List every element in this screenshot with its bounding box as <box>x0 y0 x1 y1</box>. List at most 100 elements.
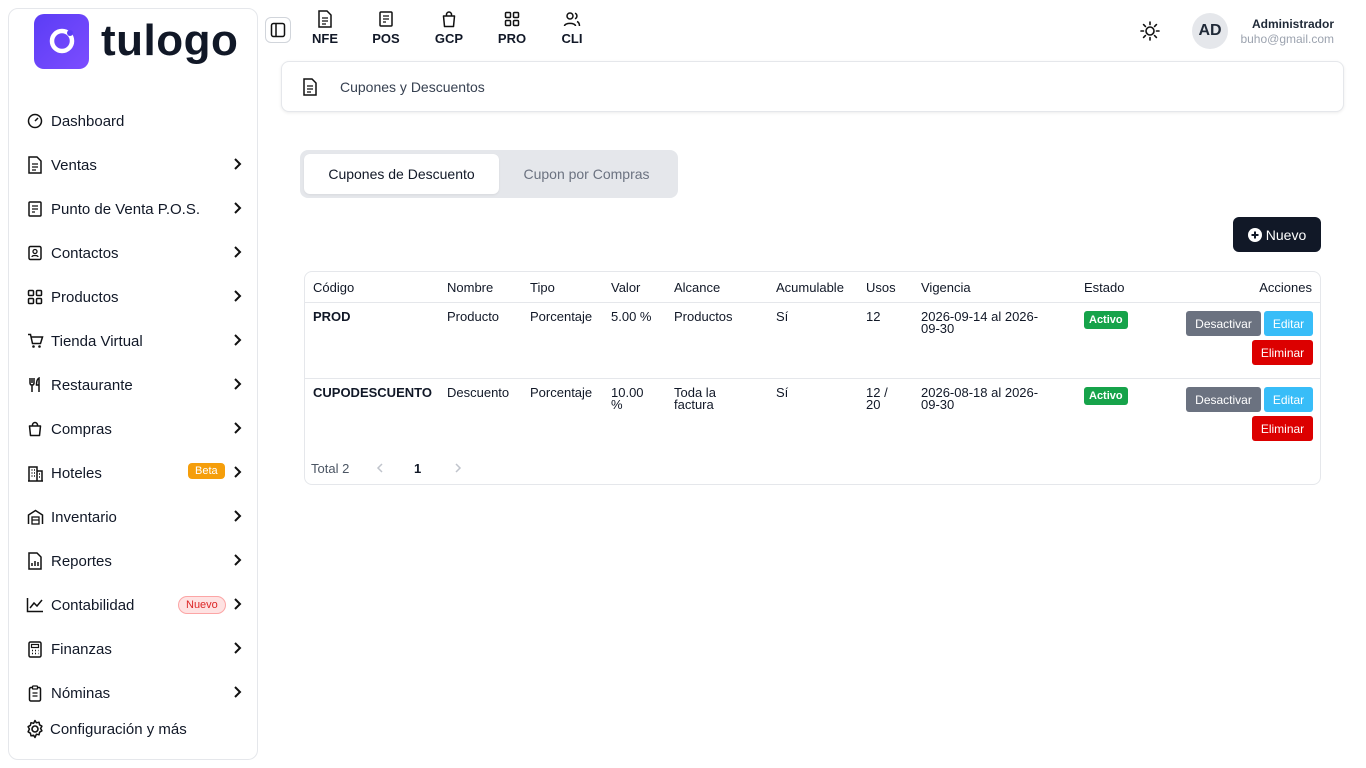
sidebar-item-contabilidad[interactable]: Contabilidad Nuevo <box>9 583 257 627</box>
sidebar-item-restaurante[interactable]: Restaurante <box>9 363 257 407</box>
chevron-right-icon <box>233 597 243 611</box>
contacts-icon <box>25 243 45 263</box>
calculator-icon <box>25 639 45 659</box>
table-row: PROD Producto Porcentaje 5.00 % Producto… <box>305 303 1320 379</box>
document-icon <box>317 10 333 28</box>
sidebar-item-label: Productos <box>51 288 119 306</box>
cell-codigo: CUPODESCUENTO <box>313 385 432 400</box>
cell-acumulable: Sí <box>776 309 789 324</box>
column-header: Estado <box>1084 280 1125 295</box>
logo-mark-icon <box>34 13 89 69</box>
cell-tipo: Porcentaje <box>530 309 593 324</box>
sidebar-item-hoteles[interactable]: Hoteles Beta <box>9 451 257 495</box>
deactivate-button[interactable]: Desactivar <box>1186 387 1261 412</box>
column-header: Valor <box>611 280 641 295</box>
tab-cupones-descuento[interactable]: Cupones de Descuento <box>304 154 499 194</box>
beta-badge: Beta <box>188 463 225 479</box>
chevron-right-icon <box>233 509 243 523</box>
gear-icon <box>25 719 45 739</box>
building-icon <box>25 463 45 483</box>
delete-button[interactable]: Eliminar <box>1252 416 1313 441</box>
chevron-right-icon <box>233 685 243 699</box>
table-row: CUPODESCUENTO Descuento Porcentaje 10.00… <box>305 379 1320 455</box>
top-nav-cli[interactable]: CLI <box>547 10 597 46</box>
cell-codigo: PROD <box>313 309 351 324</box>
pagination: Total 2 1 <box>311 461 462 476</box>
sidebar-item-dashboard[interactable]: Dashboard <box>9 99 257 143</box>
cell-vigencia-line: 09-30 <box>921 397 955 412</box>
sidebar-item-pos[interactable]: Punto de Venta P.O.S. <box>9 187 257 231</box>
dashboard-icon <box>25 111 45 131</box>
sidebar-item-configuracion[interactable]: Configuración y más <box>25 719 187 739</box>
new-button-label: Nuevo <box>1265 226 1307 243</box>
prev-page-button[interactable] <box>375 461 385 475</box>
sidebar-item-finanzas[interactable]: Finanzas <box>9 627 257 671</box>
column-header: Acumulable <box>776 280 844 295</box>
chevron-right-icon <box>233 157 243 171</box>
cell-vigencia-line: 09-30 <box>921 321 955 336</box>
pagination-total: Total 2 <box>311 461 350 476</box>
status-badge: Activo <box>1084 387 1128 405</box>
cell-valor: 10.00 % <box>611 386 644 411</box>
page-number[interactable]: 1 <box>414 461 421 476</box>
sidebar-item-label: Restaurante <box>51 376 133 394</box>
next-page-button[interactable] <box>453 461 463 475</box>
cell-alcance: Productos <box>674 309 733 324</box>
sidebar-item-reportes[interactable]: Reportes <box>9 539 257 583</box>
edit-button[interactable]: Editar <box>1264 387 1313 412</box>
document-icon <box>302 77 318 96</box>
user-email: buho@gmail.com <box>1240 32 1334 46</box>
chevron-right-icon <box>233 201 243 215</box>
sidebar-item-tienda-virtual[interactable]: Tienda Virtual <box>9 319 257 363</box>
tab-cupon-compras[interactable]: Cupon por Compras <box>499 154 674 194</box>
top-nav-label: POS <box>372 31 400 46</box>
column-header: Acciones <box>1259 280 1312 295</box>
chevron-right-icon <box>233 333 243 347</box>
sidebar-item-productos[interactable]: Productos <box>9 275 257 319</box>
sidebar-item-label: Inventario <box>51 508 117 526</box>
grid-icon <box>25 287 45 307</box>
cart-icon <box>25 331 45 351</box>
sidebar-item-contactos[interactable]: Contactos <box>9 231 257 275</box>
brand-logo[interactable]: tulogo <box>34 13 238 69</box>
sidebar-toggle-button[interactable] <box>265 17 291 43</box>
report-icon <box>25 551 45 571</box>
sidebar-item-label: Finanzas <box>51 640 112 658</box>
avatar[interactable]: AD <box>1192 13 1228 49</box>
user-name: Administrador <box>1251 17 1334 31</box>
users-icon <box>563 10 581 28</box>
column-header: Código <box>313 280 355 295</box>
coupons-table: Código Nombre Tipo Valor Alcance Acumula… <box>304 271 1321 485</box>
brand-name: tulogo <box>101 16 239 65</box>
top-nav-pos[interactable]: POS <box>361 10 411 46</box>
cell-acumulable: Sí <box>776 385 789 400</box>
cell-vigencia: 2026-09-14 al 2026- 09-30 <box>921 310 1038 336</box>
sidebar-item-ventas[interactable]: Ventas <box>9 143 257 187</box>
sidebar-item-label: Nóminas <box>51 684 111 702</box>
chevron-right-icon <box>233 465 243 479</box>
sidebar-item-compras[interactable]: Compras <box>9 407 257 451</box>
chevron-right-icon <box>233 377 243 391</box>
user-info[interactable]: Administrador buho@gmail.com <box>1240 17 1334 46</box>
deactivate-button[interactable]: Desactivar <box>1186 311 1261 336</box>
column-header: Vigencia <box>921 280 971 295</box>
top-nav-pro[interactable]: PRO <box>487 10 537 46</box>
table-header: Código Nombre Tipo Valor Alcance Acumula… <box>305 272 1320 303</box>
cell-nombre: Descuento <box>447 385 510 400</box>
chart-icon <box>25 595 45 615</box>
column-header: Tipo <box>530 280 555 295</box>
new-coupon-button[interactable]: Nuevo <box>1233 217 1321 252</box>
cell-alcance-line: factura <box>674 397 714 412</box>
sidebar-item-nominas[interactable]: Nóminas <box>9 671 257 715</box>
sidebar-item-inventario[interactable]: Inventario <box>9 495 257 539</box>
top-nav-nfe[interactable]: NFE <box>300 10 350 46</box>
edit-button[interactable]: Editar <box>1264 311 1313 336</box>
receipt-icon <box>378 10 394 28</box>
sidebar-item-label: Ventas <box>51 156 97 174</box>
top-nav-gcp[interactable]: GCP <box>424 10 474 46</box>
column-header: Usos <box>866 280 896 295</box>
sidebar: tulogo Dashboard Ventas Punto de Venta P… <box>8 8 258 760</box>
warehouse-icon <box>25 507 45 527</box>
delete-button[interactable]: Eliminar <box>1252 340 1313 365</box>
theme-toggle-button[interactable] <box>1139 20 1161 42</box>
